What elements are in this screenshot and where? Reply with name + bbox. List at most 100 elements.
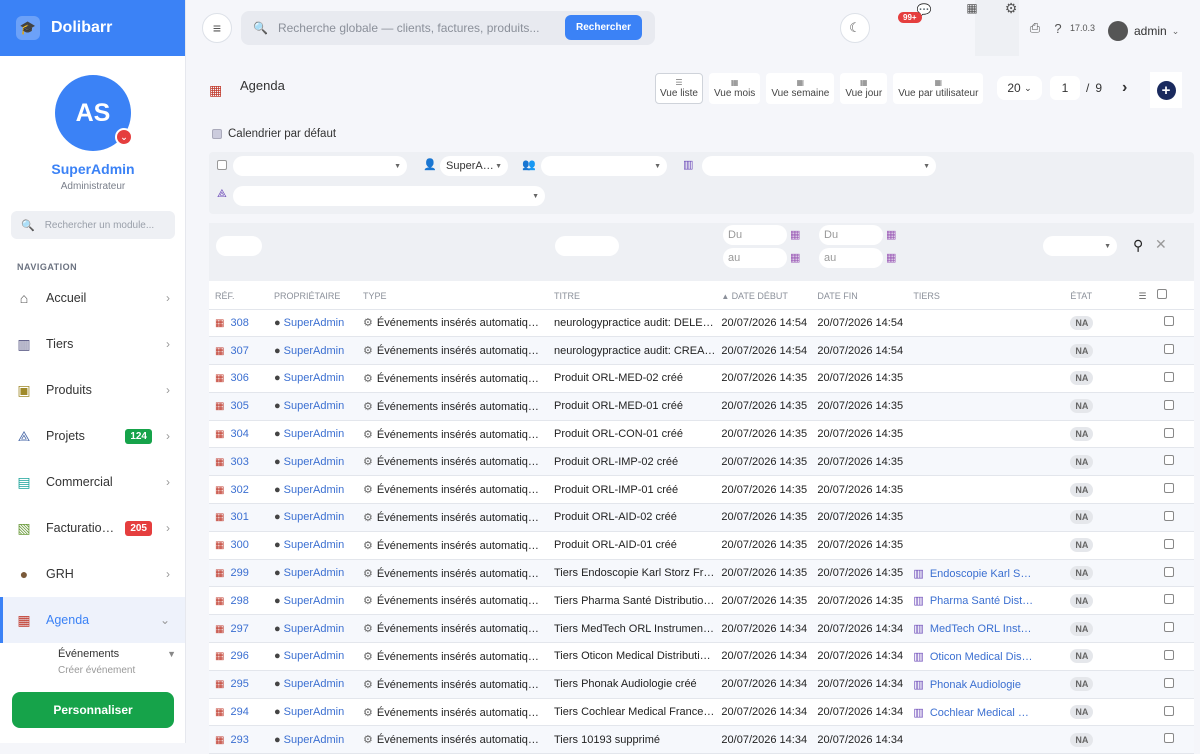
owner-link[interactable]: SuperAdmin [284, 372, 345, 384]
table-row[interactable]: ▦ 302 ● SuperAdmin ⚙ Événements insérés autom… [209, 475, 1194, 505]
row-checkbox[interactable] [1164, 649, 1175, 660]
end-to-input[interactable]: au [819, 248, 883, 268]
cell-ref[interactable]: ▦ 293 [209, 725, 268, 754]
table-row[interactable]: ▦ 308 ● SuperAdmin ⚙ Événements insérés autom… [209, 309, 1194, 338]
cell-ref[interactable]: ▦ 299 [209, 559, 268, 588]
view-vue-mois[interactable]: ▦ Vue mois [708, 73, 761, 104]
calendar-icon[interactable]: ▦ [790, 251, 800, 264]
table-row[interactable]: ▦ 295 ● SuperAdmin ⚙ Événements insérés autom… [209, 670, 1194, 699]
table-row[interactable]: ▦ 298 ● SuperAdmin ⚙ Événements insérés autom… [209, 586, 1194, 616]
owner-link[interactable]: SuperAdmin [284, 706, 345, 718]
sidebar-item-agenda[interactable]: ▦ Agenda ⌄ [0, 597, 185, 643]
owner-link[interactable]: SuperAdmin [284, 345, 345, 357]
table-row[interactable]: ▦ 305 ● SuperAdmin ⚙ Événements insérés autom… [209, 392, 1194, 421]
sidebar-item-grh[interactable]: ● GRH › [0, 551, 185, 597]
table-row[interactable]: ▦ 299 ● SuperAdmin ⚙ Événements insérés autom… [209, 559, 1194, 588]
cell-ref[interactable]: ▦ 298 [209, 586, 268, 616]
profile-avatar[interactable]: AS ⌄ [55, 75, 133, 151]
event-ref-link[interactable]: 307 [230, 345, 248, 357]
col-type[interactable]: TYPE [357, 283, 548, 310]
table-row[interactable]: ▦ 306 ● SuperAdmin ⚙ Événements insérés autom… [209, 364, 1194, 393]
owner-link[interactable]: SuperAdmin [284, 623, 345, 635]
owner-link[interactable]: SuperAdmin [284, 511, 345, 523]
start-from-input[interactable]: Du [723, 225, 787, 245]
owner-link[interactable]: SuperAdmin [284, 595, 345, 607]
table-row[interactable]: ▦ 307 ● SuperAdmin ⚙ Événements insérés autom… [209, 336, 1194, 366]
search-icon[interactable]: ⚲ [1133, 237, 1143, 254]
cell-ref[interactable]: ▦ 306 [209, 364, 268, 393]
event-ref-link[interactable]: 302 [230, 484, 248, 496]
calendar-icon[interactable]: ▦ [886, 251, 896, 264]
cell-ref[interactable]: ▦ 307 [209, 336, 268, 366]
sidebar-item-tiers[interactable]: ▥ Tiers › [0, 321, 185, 367]
col-start[interactable]: ▲ DATE DÉBUT [715, 283, 812, 310]
project-filter-select[interactable]: ▼ [233, 186, 545, 206]
row-checkbox[interactable] [1164, 538, 1175, 549]
row-checkbox[interactable] [1164, 455, 1175, 466]
select-all-checkbox[interactable] [1156, 289, 1167, 300]
sidebar-item-projets[interactable]: ⟁ Projets 124 › [0, 413, 185, 459]
table-row[interactable]: ▦ 293 ● SuperAdmin ⚙ Événements insérés autom… [209, 725, 1194, 754]
sidebar-subitem-events[interactable]: Événements ▼ [0, 643, 185, 665]
cell-ref[interactable]: ▦ 302 [209, 475, 268, 505]
row-checkbox[interactable] [1164, 427, 1175, 438]
view-vue-liste[interactable]: ☰ Vue liste [655, 73, 703, 104]
sidebar-item-produits[interactable]: ▣ Produits › [0, 367, 185, 413]
dark-mode-toggle[interactable]: ☾ [840, 13, 870, 43]
global-search-input[interactable]: 🔍 Recherche globale — clients, factures,… [241, 11, 655, 45]
owner-link[interactable]: SuperAdmin [284, 317, 345, 329]
owner-link[interactable]: SuperAdmin [284, 428, 345, 440]
owner-link[interactable]: SuperAdmin [284, 650, 345, 662]
gear-icon[interactable]: ⚙ [1001, 0, 1021, 16]
view-vue-par-utilisateur[interactable]: ▦ Vue par utilisateur [893, 73, 984, 104]
owner-link[interactable]: SuperAdmin [284, 734, 345, 746]
tiers-link[interactable]: Oticon Medical Dis… [930, 651, 1033, 663]
cell-ref[interactable]: ▦ 296 [209, 642, 268, 671]
next-page-icon[interactable]: › [1122, 79, 1127, 97]
event-ref-link[interactable]: 293 [230, 734, 248, 746]
event-ref-link[interactable]: 297 [230, 623, 248, 635]
list-settings-icon[interactable]: ☰ [1138, 291, 1146, 301]
table-row[interactable]: ▦ 300 ● SuperAdmin ⚙ Événements insérés autom… [209, 531, 1194, 560]
owner-link[interactable]: SuperAdmin [284, 678, 345, 690]
view-vue-jour[interactable]: ▦ Vue jour [840, 73, 888, 104]
add-event-button[interactable]: + [1150, 72, 1182, 108]
col-tiers[interactable]: TIERS [907, 283, 1065, 310]
view-vue-semaine[interactable]: ▦ Vue semaine [766, 73, 835, 104]
calendar-icon[interactable]: ▦ [886, 228, 896, 241]
event-ref-link[interactable]: 305 [230, 400, 248, 412]
page-current-input[interactable]: 1 [1050, 76, 1080, 100]
brand-header[interactable]: 🎓 Dolibarr [0, 0, 185, 56]
profile-name[interactable]: SuperAdmin [0, 161, 185, 177]
owner-link[interactable]: SuperAdmin [284, 400, 345, 412]
end-from-input[interactable]: Du [819, 225, 883, 245]
print-icon[interactable]: ⎙ [1026, 19, 1044, 37]
help-icon[interactable]: ? [1049, 19, 1067, 37]
event-ref-link[interactable]: 299 [230, 567, 248, 579]
owner-link[interactable]: SuperAdmin [284, 484, 345, 496]
owner-filter-select[interactable]: SuperA… ▼ [440, 156, 508, 176]
row-checkbox[interactable] [1164, 344, 1175, 355]
title-filter-input[interactable] [555, 236, 619, 256]
event-ref-link[interactable]: 298 [230, 595, 248, 607]
row-checkbox[interactable] [1164, 483, 1175, 494]
tiers-link[interactable]: Cochlear Medical … [930, 707, 1029, 719]
cell-ref[interactable]: ▦ 300 [209, 531, 268, 560]
owner-link[interactable]: SuperAdmin [284, 456, 345, 468]
global-search-button[interactable]: Rechercher [565, 15, 643, 40]
sidebar-subitem-create-event[interactable]: Créer événement [0, 665, 185, 685]
cell-ref[interactable]: ▦ 294 [209, 698, 268, 727]
calendar-icon[interactable]: ▦ [962, 0, 982, 16]
tiers-link[interactable]: MedTech ORL Inst… [930, 623, 1032, 635]
col-title[interactable]: TITRE [548, 283, 716, 310]
row-checkbox[interactable] [1164, 566, 1175, 577]
sidebar-item-commercial[interactable]: ▤ Commercial › [0, 459, 185, 505]
row-checkbox[interactable] [1164, 510, 1175, 521]
event-ref-link[interactable]: 295 [230, 678, 248, 690]
row-checkbox[interactable] [1164, 733, 1175, 744]
sidebar-item-accueil[interactable]: ⌂ Accueil › [0, 275, 185, 321]
row-checkbox[interactable] [1164, 622, 1175, 633]
table-row[interactable]: ▦ 296 ● SuperAdmin ⚙ Événements insérés autom… [209, 642, 1194, 671]
module-search-input[interactable]: 🔍 Rechercher un module... [11, 211, 175, 239]
cell-ref[interactable]: ▦ 297 [209, 614, 268, 644]
